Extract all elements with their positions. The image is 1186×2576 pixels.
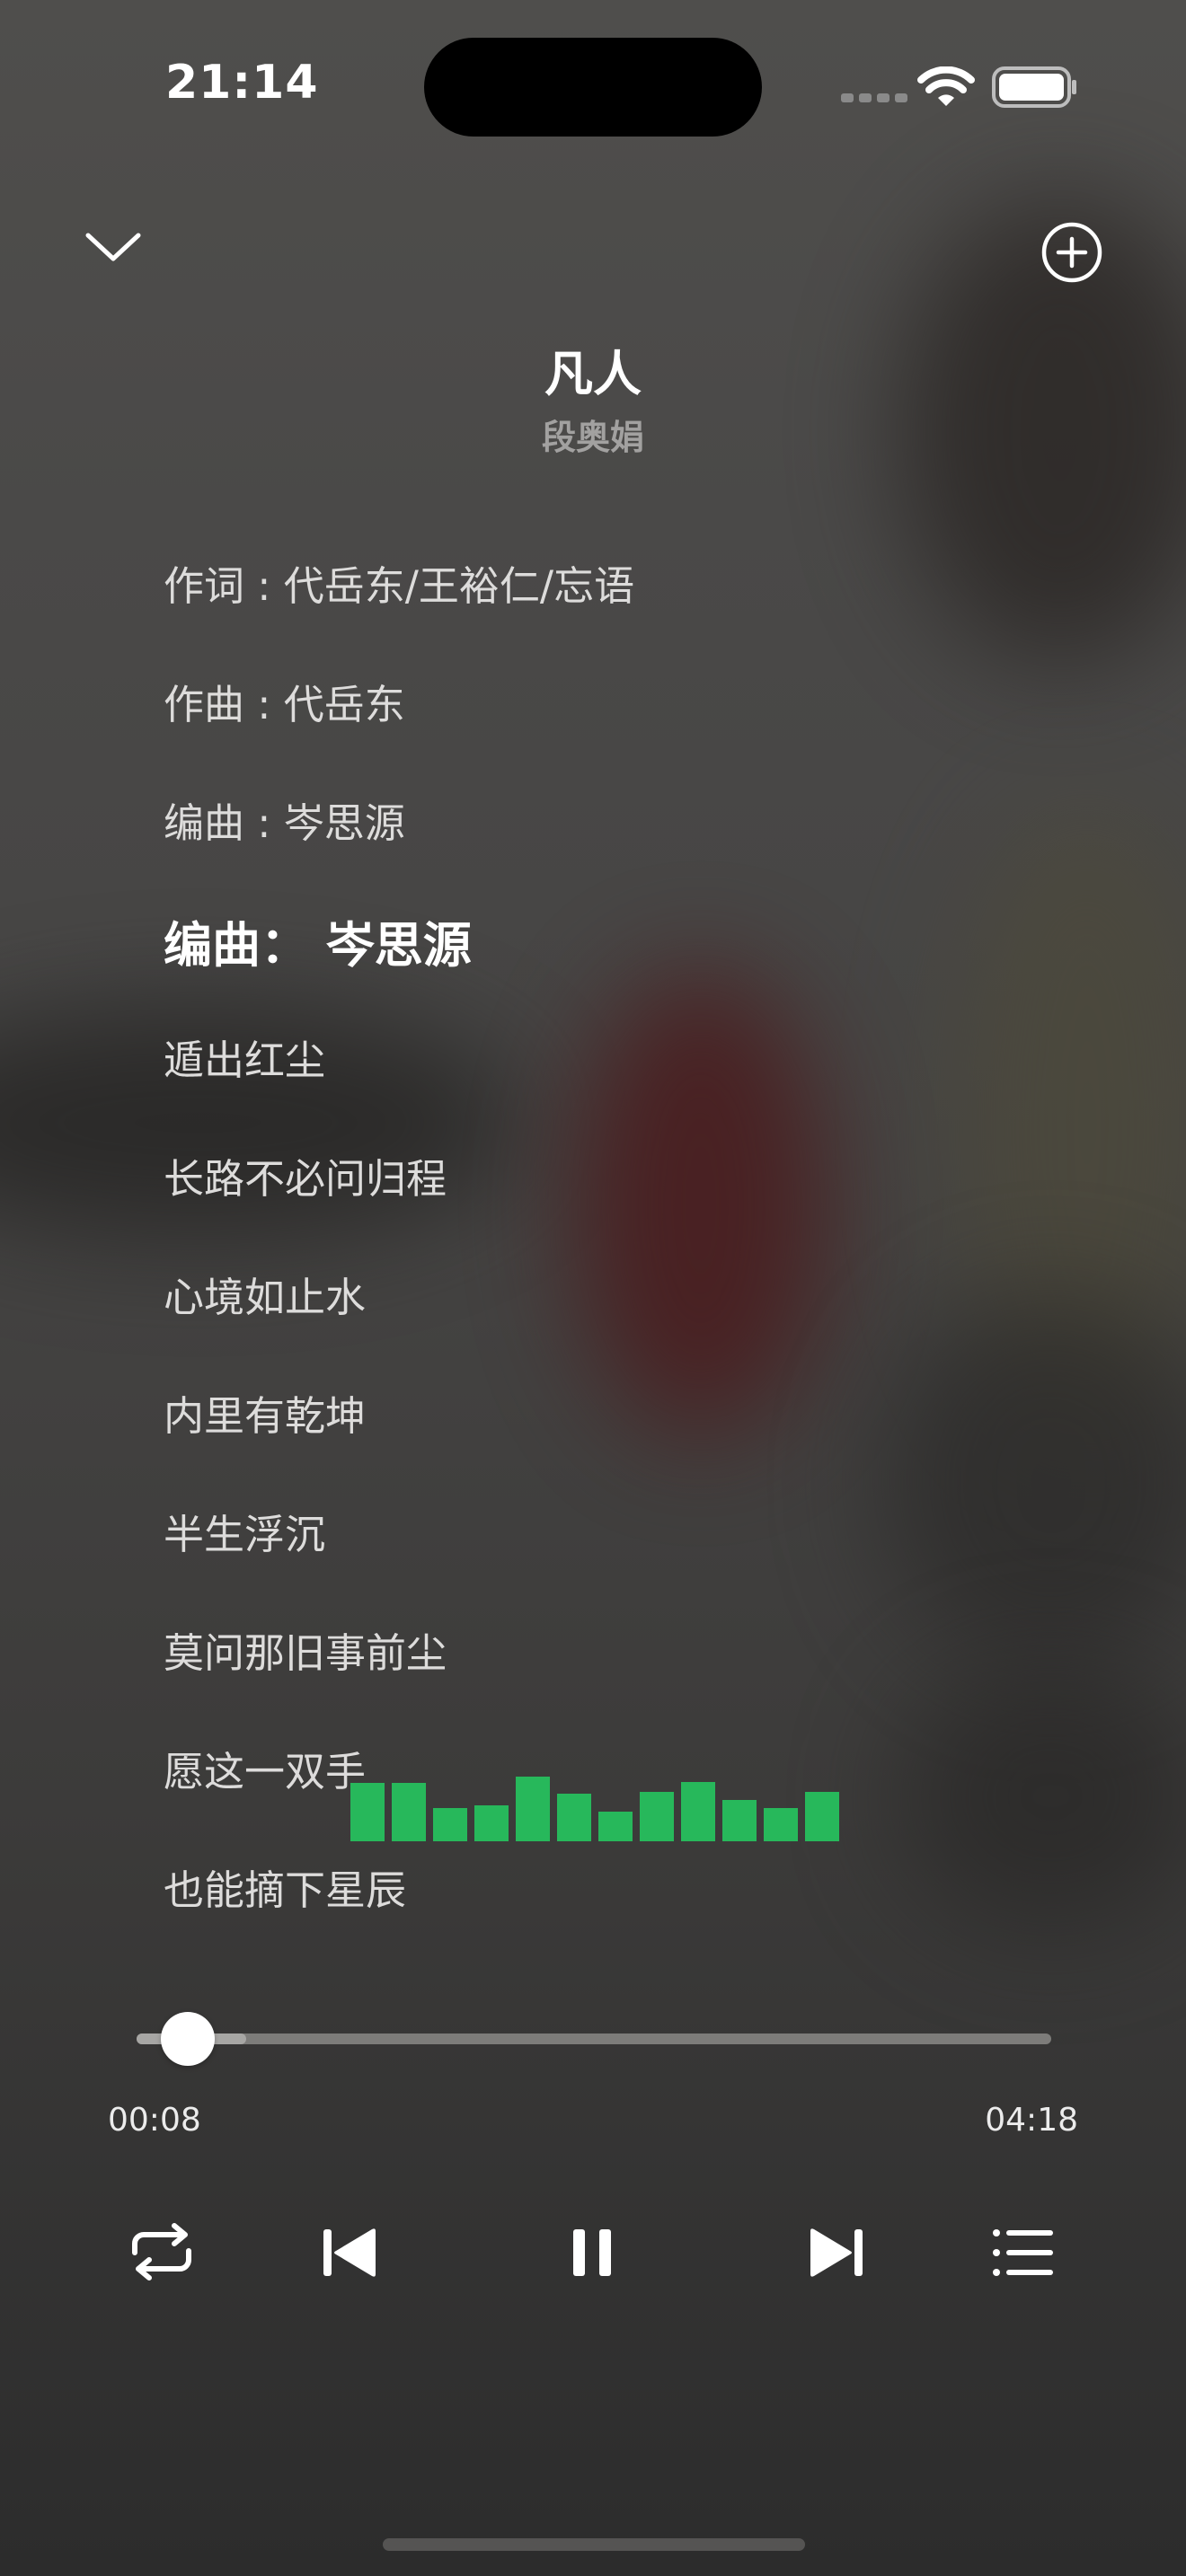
lyric-line[interactable]: 长路不必问归程 xyxy=(164,1159,1062,1277)
lyric-line[interactable]: 心境如止水 xyxy=(164,1277,1062,1396)
lyric-line[interactable]: 作词 : 代岳东/王裕仁/忘语 xyxy=(164,566,1062,684)
next-icon[interactable] xyxy=(807,2226,864,2280)
lyric-line[interactable]: 内里有乾坤 xyxy=(164,1396,1062,1514)
song-title: 凡人 xyxy=(544,346,642,402)
total-time: 04:18 xyxy=(985,2102,1078,2139)
wifi-icon xyxy=(917,66,975,106)
repeat-icon[interactable] xyxy=(128,2222,196,2281)
lyric-line[interactable]: 也能摘下星辰 xyxy=(164,1870,1062,1989)
equalizer-bar xyxy=(474,1805,509,1841)
equalizer-bar xyxy=(433,1808,467,1841)
equalizer-bar xyxy=(722,1800,757,1841)
artist-name: 段奥娟 xyxy=(541,418,644,457)
plus-circle-icon[interactable] xyxy=(1040,221,1103,284)
progress-track[interactable] xyxy=(137,2033,1051,2044)
pause-icon[interactable] xyxy=(571,2226,613,2280)
dynamic-island xyxy=(424,38,762,137)
equalizer-bar xyxy=(392,1783,426,1841)
lyric-line[interactable]: 作曲 : 代岳东 xyxy=(164,684,1062,803)
progress-knob[interactable] xyxy=(160,2012,215,2066)
equalizer-bar xyxy=(764,1808,798,1841)
equalizer-visualizer xyxy=(350,1769,839,1841)
playlist-icon[interactable] xyxy=(992,2228,1055,2278)
equalizer-bar xyxy=(350,1783,385,1841)
lyric-line-active[interactable]: 编曲： 岑思源 xyxy=(164,922,1062,1040)
status-time: 21:14 xyxy=(165,56,319,110)
previous-icon[interactable] xyxy=(322,2226,379,2280)
chevron-down-icon[interactable] xyxy=(84,230,142,266)
equalizer-bar xyxy=(681,1782,715,1841)
equalizer-bar xyxy=(516,1777,550,1841)
equalizer-bar xyxy=(805,1792,839,1841)
home-indicator[interactable] xyxy=(383,2538,805,2551)
current-time: 00:08 xyxy=(108,2102,201,2139)
battery-icon xyxy=(992,66,1076,108)
equalizer-bar xyxy=(640,1792,674,1841)
equalizer-bar xyxy=(598,1812,633,1841)
lyric-line[interactable]: 编曲 : 岑思源 xyxy=(164,803,1062,922)
equalizer-bar xyxy=(557,1794,591,1841)
lyric-line[interactable]: 遁出红尘 xyxy=(164,1040,1062,1159)
lyric-line[interactable]: 半生浮沉 xyxy=(164,1514,1062,1633)
lyric-line[interactable]: 莫问那旧事前尘 xyxy=(164,1633,1062,1751)
cellular-signal-icon xyxy=(841,93,907,102)
